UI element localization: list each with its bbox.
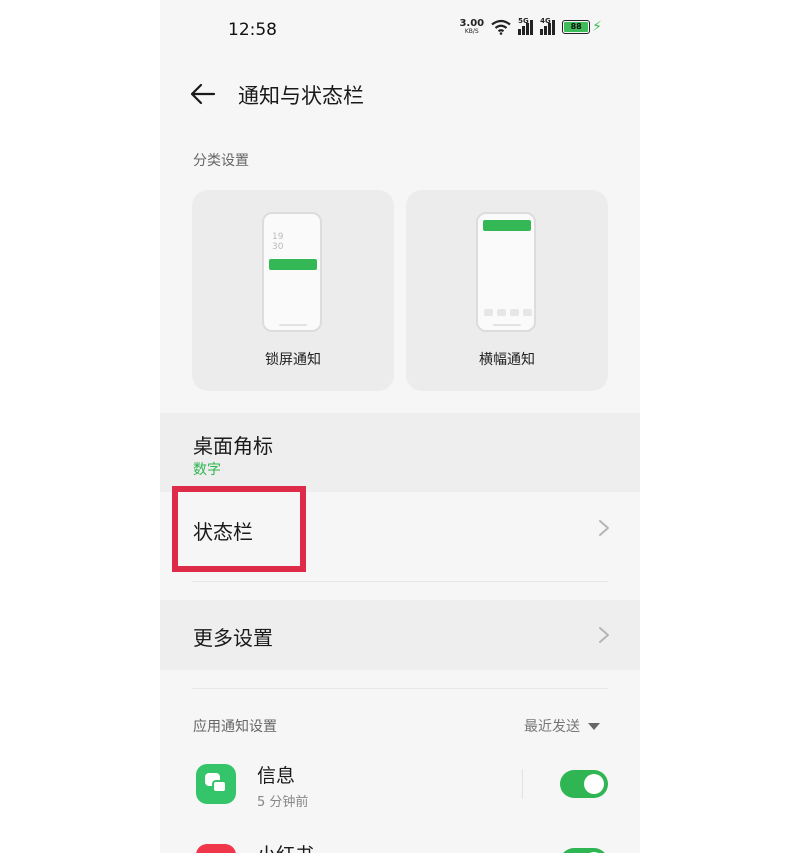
status-bar: 12:58 3.00 KB/S 5G 4G 88 ⚡ [160,0,640,60]
network-speed-unit: KB/S [464,28,479,35]
category-section-label: 分类设置 [193,153,249,169]
toggle-knob [584,774,604,794]
badge-setting-row[interactable]: 桌面角标 数字 [160,413,640,492]
app-name: 信息 [257,765,296,787]
sim1-network-type: 5G [518,16,529,25]
xiaohongshu-notification-toggle[interactable] [560,848,608,853]
signal-icon-sim2: 4G [540,16,556,35]
status-time: 12:58 [228,20,277,40]
chevron-right-icon [599,520,609,536]
divider [192,688,608,689]
preview-clock: 19 30 [272,232,284,252]
more-settings-title: 更多设置 [193,626,273,650]
signal-icon-sim1: 5G [518,16,534,35]
banner-notification-card[interactable]: 横幅通知 [406,190,608,391]
preview-notification-bar [269,259,317,270]
battery-level: 88 [564,22,589,32]
lockscreen-notification-card[interactable]: 19 30 锁屏通知 [192,190,394,391]
preview-home-indicator [279,324,307,326]
xiaohongshu-app-icon [196,844,236,853]
preview-home-indicator [493,324,521,326]
header: 通知与状态栏 [160,68,640,120]
network-speed: 3.00 KB/S [459,19,484,35]
highlight-annotation-box [172,486,306,572]
preview-banner-bar [483,220,531,231]
charging-icon: ⚡ [592,19,602,35]
back-arrow-icon[interactable] [188,80,218,108]
app-name: 小红书 [257,840,314,853]
phone-screen: 12:58 3.00 KB/S 5G 4G 88 ⚡ 通知与状态栏 分类设置 1… [160,0,640,853]
sort-dropdown[interactable]: 最近发送 [524,716,600,736]
messages-notification-toggle[interactable] [560,770,608,798]
app-notification-section-label: 应用通知设置 [193,719,277,735]
caret-down-icon [588,722,600,730]
banner-preview-illustration [476,212,536,332]
lockscreen-notification-label: 锁屏通知 [265,352,321,368]
status-icons: 3.00 KB/S 5G 4G 88 ⚡ [459,16,602,36]
page-title: 通知与状态栏 [238,84,364,108]
more-settings-row[interactable]: 更多设置 [160,600,640,670]
messages-app-icon [196,764,236,804]
banner-notification-label: 横幅通知 [479,352,535,368]
battery-icon: 88 [562,20,591,34]
divider [192,581,608,582]
preview-dock [484,309,532,316]
badge-setting-title: 桌面角标 [193,434,273,458]
badge-setting-value: 数字 [193,462,221,478]
chevron-right-icon [599,627,609,643]
divider [522,769,523,799]
sort-label: 最近发送 [524,719,580,735]
lockscreen-preview-illustration: 19 30 [262,212,322,332]
sim2-network-type: 4G [540,16,551,25]
wifi-icon [491,19,511,35]
app-last-sent-time: 5 分钟前 [257,795,309,810]
